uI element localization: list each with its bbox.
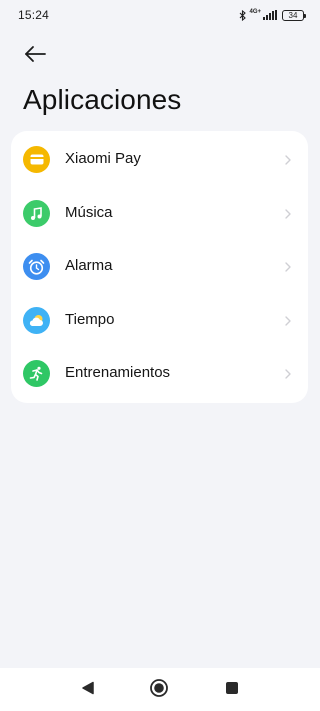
back-button[interactable] bbox=[22, 42, 48, 66]
system-nav-bar bbox=[0, 668, 320, 711]
list-item-label: Entrenamientos bbox=[65, 364, 171, 381]
chevron-right-icon bbox=[284, 260, 292, 272]
nav-home-button[interactable] bbox=[149, 678, 169, 703]
list-item-label: Música bbox=[65, 204, 113, 221]
back-triangle-icon bbox=[81, 681, 95, 700]
music-note-icon bbox=[23, 200, 50, 227]
list-item-alarma[interactable]: Alarma bbox=[11, 239, 308, 293]
list-item-musica[interactable]: Música bbox=[11, 186, 308, 240]
recents-square-icon bbox=[225, 681, 239, 700]
status-bar: 15:24 4G+ 34 bbox=[0, 0, 320, 30]
running-icon bbox=[23, 360, 50, 387]
list-item-xiaomi-pay[interactable]: Xiaomi Pay bbox=[11, 132, 308, 186]
signal-icon bbox=[263, 10, 277, 20]
list-item-tiempo[interactable]: Tiempo bbox=[11, 293, 308, 347]
arrow-left-icon bbox=[22, 46, 48, 70]
status-time: 15:24 bbox=[18, 8, 50, 22]
nav-recents-button[interactable] bbox=[222, 680, 242, 700]
weather-icon bbox=[23, 307, 50, 334]
list-item-label: Alarma bbox=[65, 257, 113, 274]
alarm-clock-icon bbox=[23, 253, 50, 280]
battery-icon: 34 bbox=[282, 9, 306, 21]
network-type-label: 4G+ bbox=[249, 9, 261, 15]
home-circle-icon bbox=[149, 678, 169, 703]
chevron-right-icon bbox=[284, 314, 292, 326]
bluetooth-icon bbox=[239, 9, 247, 21]
chevron-right-icon bbox=[284, 207, 292, 219]
chevron-right-icon bbox=[284, 153, 292, 165]
card-icon bbox=[23, 146, 50, 173]
status-icons: 4G+ 34 bbox=[239, 8, 306, 22]
nav-back-button[interactable] bbox=[78, 680, 98, 700]
apps-list-card: Xiaomi Pay Música Alarma Tiempo Entrenam… bbox=[11, 131, 308, 403]
chevron-right-icon bbox=[284, 367, 292, 379]
list-item-label: Xiaomi Pay bbox=[65, 150, 141, 167]
list-item-label: Tiempo bbox=[65, 311, 115, 328]
page-title: Aplicaciones bbox=[23, 84, 182, 115]
list-item-entrenamientos[interactable]: Entrenamientos bbox=[11, 346, 308, 400]
